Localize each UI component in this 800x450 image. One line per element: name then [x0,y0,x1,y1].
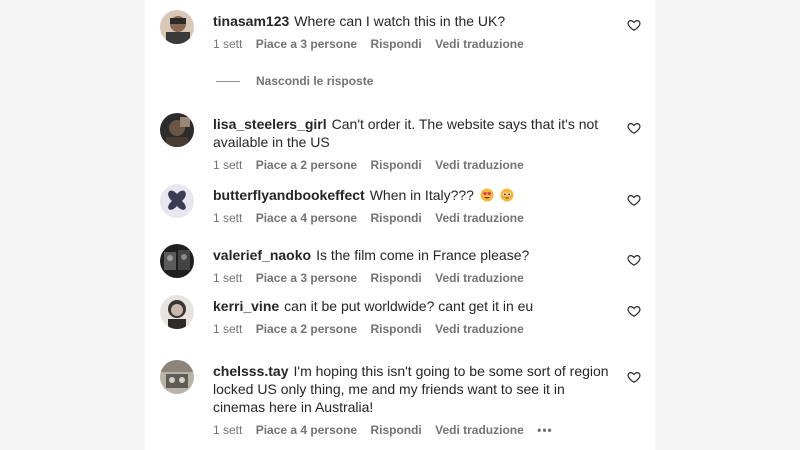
comment-time[interactable]: 1 sett [213,322,242,336]
comment-meta: 1 sett Piace a 4 persone Rispondi Vedi t… [213,210,613,226]
likes-count[interactable]: Piace a 3 persone [256,37,357,51]
comment-body: can it be put worldwide? cant get it in … [284,298,534,314]
comment-body: When in Italy??? [369,187,474,203]
translate-button[interactable]: Vedi traduzione [435,322,524,336]
heart-outline-icon[interactable] [627,253,643,269]
comment-text: tinasam123 Where can I watch this in the … [213,12,613,30]
left-background [0,0,145,450]
more-options-button[interactable]: ••• [537,423,553,437]
comment-username[interactable]: kerri_vine [213,298,279,314]
comment-text: chelsss.tay I'm hoping this isn't going t… [213,362,613,416]
reply-button[interactable]: Rispondi [370,211,421,225]
comment-body: Is the film come in France please? [316,247,530,263]
avatar[interactable] [160,360,194,394]
avatar[interactable] [160,184,194,218]
right-background [655,0,800,450]
comment-meta: 1 sett Piace a 3 persone Rispondi Vedi t… [213,36,613,52]
comment-time[interactable]: 1 sett [213,423,242,437]
comment-time[interactable]: 1 sett [213,158,242,172]
comment-text: lisa_steelers_girl Can't order it. The we… [213,115,613,151]
comment-meta: 1 sett Piace a 2 persone Rispondi Vedi t… [213,321,613,337]
pleading-face-emoji [500,188,514,202]
comment-text: valerief_naoko Is the film come in France… [213,246,613,264]
translate-button[interactable]: Vedi traduzione [435,271,524,285]
likes-count[interactable]: Piace a 4 persone [256,211,357,225]
comment-text: kerri_vine can it be put worldwide? cant … [213,297,613,315]
comment-text: butterflyandbookeffect When in Italy??? [213,186,613,204]
likes-count[interactable]: Piace a 2 persone [256,322,357,336]
reply-button[interactable]: Rispondi [370,322,421,336]
translate-button[interactable]: Vedi traduzione [435,423,524,437]
comment-meta: 1 sett Piace a 2 persone Rispondi Vedi t… [213,157,613,173]
avatar[interactable] [160,10,194,44]
heart-outline-icon[interactable] [627,121,643,137]
comment-username[interactable]: lisa_steelers_girl [213,116,327,132]
avatar[interactable] [160,295,194,329]
heart-outline-icon[interactable] [627,304,643,320]
avatar[interactable] [160,244,194,278]
comment-meta: 1 sett Piace a 4 persone Rispondi Vedi t… [213,422,613,438]
comment-time[interactable]: 1 sett [213,37,242,51]
hide-replies-button[interactable]: Nascondi le risposte [216,74,373,88]
divider-line [216,80,240,82]
comment-username[interactable]: chelsss.tay [213,363,289,379]
likes-count[interactable]: Piace a 4 persone [256,423,357,437]
translate-button[interactable]: Vedi traduzione [435,158,524,172]
reply-button[interactable]: Rispondi [370,37,421,51]
comment-time[interactable]: 1 sett [213,211,242,225]
comment-username[interactable]: valerief_naoko [213,247,311,263]
comment-body: Where can I watch this in the UK? [294,13,506,29]
reply-button[interactable]: Rispondi [370,158,421,172]
avatar[interactable] [160,113,194,147]
translate-button[interactable]: Vedi traduzione [435,37,524,51]
comment-time[interactable]: 1 sett [213,271,242,285]
reply-button[interactable]: Rispondi [370,423,421,437]
likes-count[interactable]: Piace a 3 persone [256,271,357,285]
likes-count[interactable]: Piace a 2 persone [256,158,357,172]
comment-username[interactable]: tinasam123 [213,13,289,29]
comment-username[interactable]: butterflyandbookeffect [213,187,365,203]
heart-outline-icon[interactable] [627,193,643,209]
translate-button[interactable]: Vedi traduzione [435,211,524,225]
hide-replies-label: Nascondi le risposte [256,74,374,88]
heart-outline-icon[interactable] [627,370,643,386]
comment-meta: 1 sett Piace a 3 persone Rispondi Vedi t… [213,270,613,286]
heart-eyes-emoji [480,188,494,202]
heart-outline-icon[interactable] [627,18,643,34]
reply-button[interactable]: Rispondi [370,271,421,285]
